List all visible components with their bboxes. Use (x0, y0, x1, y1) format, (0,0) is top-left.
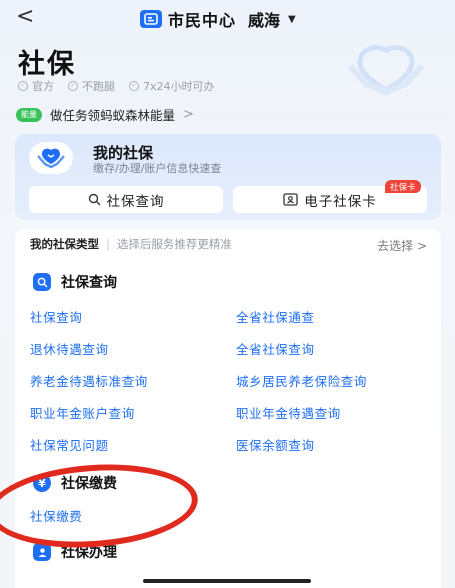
social-query-button[interactable]: 社保查询 (29, 186, 223, 213)
energy-promo-link[interactable]: 能量 做任务领蚂蚁森林能量 > (16, 105, 194, 124)
chevron-down-icon[interactable]: ▼ (288, 14, 296, 25)
page: < 市民中心 威海 ▼ 社保 ✓ 官方 ✓ 不跑腿 ✓ 7x24小时可办 能量 做任务… (0, 0, 455, 588)
link-social-query[interactable]: 社保查询 (30, 307, 82, 326)
clock-icon: ✓ (129, 81, 139, 91)
check-icon: ✓ (68, 81, 78, 91)
top-bar: < 市民中心 威海 ▼ (0, 0, 455, 36)
feature-item: ✓ 7x24小时可办 (129, 78, 215, 94)
link-pension-standard-query[interactable]: 养老金待遇标准查询 (30, 371, 148, 390)
brand-selector[interactable]: 市民中心 威海 ▼ (140, 8, 296, 30)
check-icon: ✓ (18, 81, 28, 91)
citizen-center-logo-icon (140, 10, 162, 28)
section-query-header: 社保查询 (33, 272, 117, 292)
home-indicator[interactable] (143, 579, 311, 583)
search-icon (33, 273, 51, 291)
feature-item: ✓ 官方 (18, 78, 54, 94)
link-faq[interactable]: 社保常见问题 (30, 435, 109, 454)
brand-name: 市民中心 (168, 11, 237, 30)
id-card-icon (283, 193, 298, 206)
link-medical-balance-query[interactable]: 医保余额查询 (236, 435, 315, 454)
link-retirement-query[interactable]: 退休待遇查询 (30, 339, 109, 358)
link-annuity-benefit-query[interactable]: 职业年金待遇查询 (236, 403, 341, 422)
social-type-selector[interactable]: 我的社保类型 | 选择后服务推荐更精准 去选择 > (15, 229, 441, 259)
my-social-subtitle: 缴存/办理/账户信息快速查 (93, 162, 222, 175)
divider: | (106, 237, 110, 251)
link-province-query[interactable]: 全省社保通查 (236, 307, 315, 326)
social-security-watermark-icon (347, 45, 425, 96)
link-resident-pension-query[interactable]: 城乡居民养老保险查询 (236, 371, 367, 390)
link-annuity-account-query[interactable]: 职业年金账户查询 (30, 403, 135, 422)
energy-badge: 能量 (16, 107, 42, 122)
my-social-security-card[interactable]: 我的社保 缴存/办理/账户信息快速查 社保查询 电子社保卡 社保卡 (15, 134, 441, 220)
card-tag-badge: 社保卡 (385, 180, 421, 193)
search-icon (88, 193, 100, 206)
social-security-icon (29, 142, 73, 174)
feature-item: ✓ 不跑腿 (68, 78, 115, 94)
types-label: 我的社保类型 (30, 237, 99, 251)
types-hint: 选择后服务推荐更精准 (116, 237, 232, 251)
page-title: 社保 (18, 49, 76, 80)
promo-text: 做任务领蚂蚁森林能量 (50, 108, 176, 123)
choose-type-link[interactable]: 去选择 > (377, 237, 427, 254)
back-button[interactable]: < (16, 6, 36, 28)
city-name[interactable]: 威海 (248, 7, 280, 31)
chevron-right-icon: > (183, 107, 194, 122)
feature-list: ✓ 官方 ✓ 不跑腿 ✓ 7x24小时可办 (18, 78, 215, 94)
link-province-social-query[interactable]: 全省社保查询 (236, 339, 315, 358)
